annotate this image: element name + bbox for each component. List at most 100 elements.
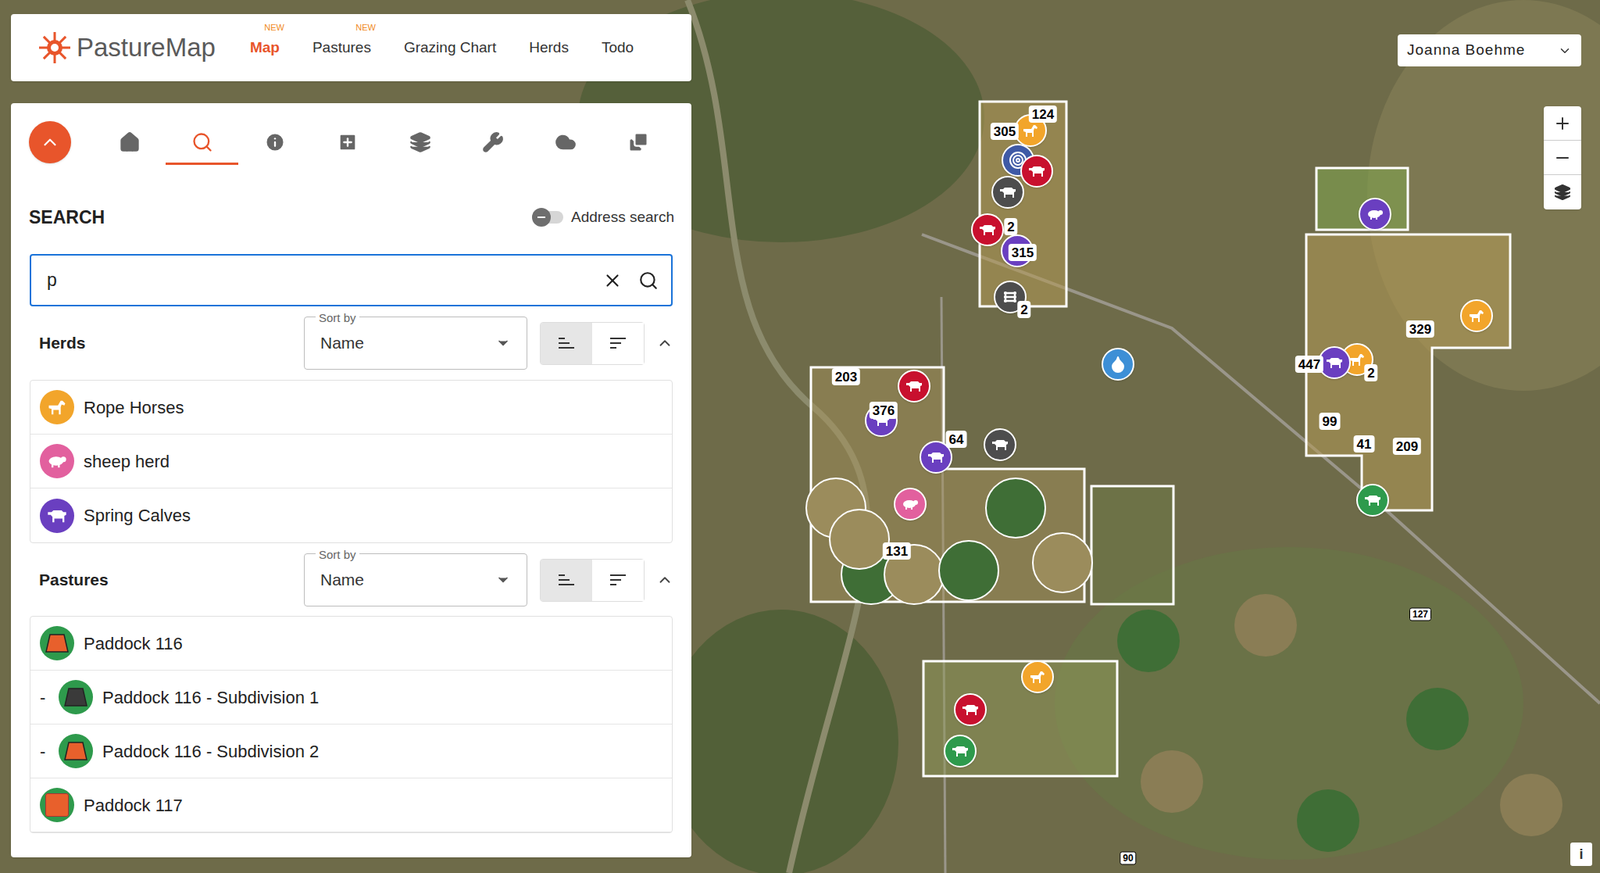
herd-pin[interactable] [1358,197,1392,231]
herd-pin[interactable] [897,369,931,403]
cow-icon [926,447,946,467]
collapse-button[interactable] [655,571,675,589]
search-value: p [46,266,587,294]
pasture-label[interactable]: 64 [946,430,968,448]
sort-select[interactable]: Sort byName [303,316,528,370]
herd-pin[interactable] [943,734,977,768]
pasture-name: Paddock 117 [83,792,183,818]
pasture-label[interactable]: 329 [1406,320,1435,338]
herd-pin[interactable] [971,213,1004,247]
herd-row[interactable]: sheep herd [30,434,672,489]
herd-pin[interactable] [893,487,927,521]
sort-order-button[interactable] [540,559,593,601]
tool-tab[interactable] [238,121,311,165]
pasture-label[interactable]: 305 [990,122,1019,140]
herd-row[interactable]: Rope Horses [30,380,672,435]
tool-tab[interactable] [601,121,675,165]
herds-header: HerdsSort byName [10,316,692,370]
pasture-label[interactable]: 203 [832,367,861,386]
pasture-label[interactable]: 2 [1017,300,1031,318]
tool-tab[interactable] [528,121,602,165]
search-icon[interactable] [638,270,659,291]
user-name: Joanna Boehme [1407,39,1525,62]
herd-list: Rope Horsessheep herdSpring Calves [29,379,673,543]
side-panel: SEARCH Address search p HerdsSort byName Rop… [10,103,692,858]
sort-ascending-icon [557,335,576,351]
layers-button[interactable] [1543,175,1582,210]
top-nav: PastureMap NEWMap NEWPastures Grazing Chart… [10,14,692,82]
cow-icon [960,700,980,719]
zoom-in-button[interactable] [1543,106,1582,141]
horse-icon [1467,306,1486,325]
cow-icon [904,376,924,396]
tool-tab[interactable] [383,121,457,165]
cow-icon [998,182,1018,202]
herd-pin[interactable] [1356,483,1390,517]
pasture-list: Paddock 116-Paddock 116 - Subdivision 1-… [29,615,673,833]
herd-pin[interactable] [1460,299,1493,333]
pasture-label[interactable]: 209 [1392,437,1422,455]
tool-tab[interactable] [310,121,384,165]
pasture-label[interactable]: 376 [869,401,898,419]
pasture-label[interactable]: 447 [1295,355,1324,373]
nav-tab[interactable]: NEWPastures [312,36,372,60]
road-sign: 127 [1409,607,1432,622]
cow-icon [990,435,1010,454]
zoom-out-button[interactable] [1543,140,1582,175]
collapse-button[interactable] [655,334,675,352]
pasture-label[interactable]: 41 [1353,435,1375,453]
layers-icon [1553,183,1572,201]
tool-tab[interactable] [92,121,166,165]
sheep-icon [1365,204,1385,224]
user-menu[interactable]: Joanna Boehme [1397,34,1582,67]
sort-ascending-icon [557,571,576,588]
dropdown-icon [495,571,511,588]
sort-order-group [539,558,645,602]
address-search-toggle[interactable]: Address search [532,206,675,229]
pasture-row[interactable]: Paddock 117 [30,778,672,833]
logo[interactable]: PastureMap [37,28,216,68]
search-input[interactable]: p [29,253,673,307]
collapse-panel-button[interactable] [28,121,72,164]
pasture-label[interactable]: 2 [1003,217,1018,236]
info-button[interactable]: i [1570,842,1593,866]
horse-icon [46,396,68,418]
herd-pin[interactable] [1101,347,1135,381]
nav-tab[interactable]: Grazing Chart [403,36,497,60]
pasture-row[interactable]: Paddock 116 [30,616,672,671]
tool-tab[interactable] [165,121,239,165]
pasture-row[interactable]: -Paddock 116 - Subdivision 2 [30,724,672,779]
pasture-row[interactable]: -Paddock 116 - Subdivision 1 [30,670,672,725]
herd-pin[interactable] [991,175,1025,209]
zoom-controls [1543,106,1582,210]
clear-icon[interactable] [602,270,623,291]
herd-row[interactable]: Spring Calves [30,488,672,543]
pasture-label[interactable]: 131 [882,542,911,560]
dropdown-icon [495,335,511,351]
herd-pin[interactable] [983,428,1017,461]
sun-logo-icon [37,30,72,65]
tool-icon [191,131,214,154]
nav-tab[interactable]: Herds [528,36,569,60]
tool-tab[interactable] [456,121,529,165]
sort-order-button[interactable] [592,322,644,365]
sort-select[interactable]: Sort byName [303,553,528,607]
pasture-label[interactable]: 124 [1028,105,1058,123]
cow-icon [1325,353,1344,372]
toggle-knob [532,207,551,227]
toggle-switch[interactable] [532,210,564,224]
herd-pin[interactable] [1021,660,1054,693]
search-title: SEARCH [28,203,105,232]
herd-pin[interactable] [953,692,987,726]
chevron-up-icon [656,334,674,352]
herd-pin[interactable] [1020,154,1054,188]
search-header: SEARCH Address search [10,201,692,233]
nav-tab[interactable]: Todo [601,36,634,60]
pasture-label[interactable]: 99 [1319,412,1341,430]
sort-order-button[interactable] [540,322,593,365]
sort-order-button[interactable] [592,559,644,601]
nav-tab[interactable]: NEWMap [250,36,280,60]
horse-icon [1028,667,1047,686]
pasture-label[interactable]: 315 [1008,243,1037,261]
pasture-label[interactable]: 2 [1364,364,1378,382]
